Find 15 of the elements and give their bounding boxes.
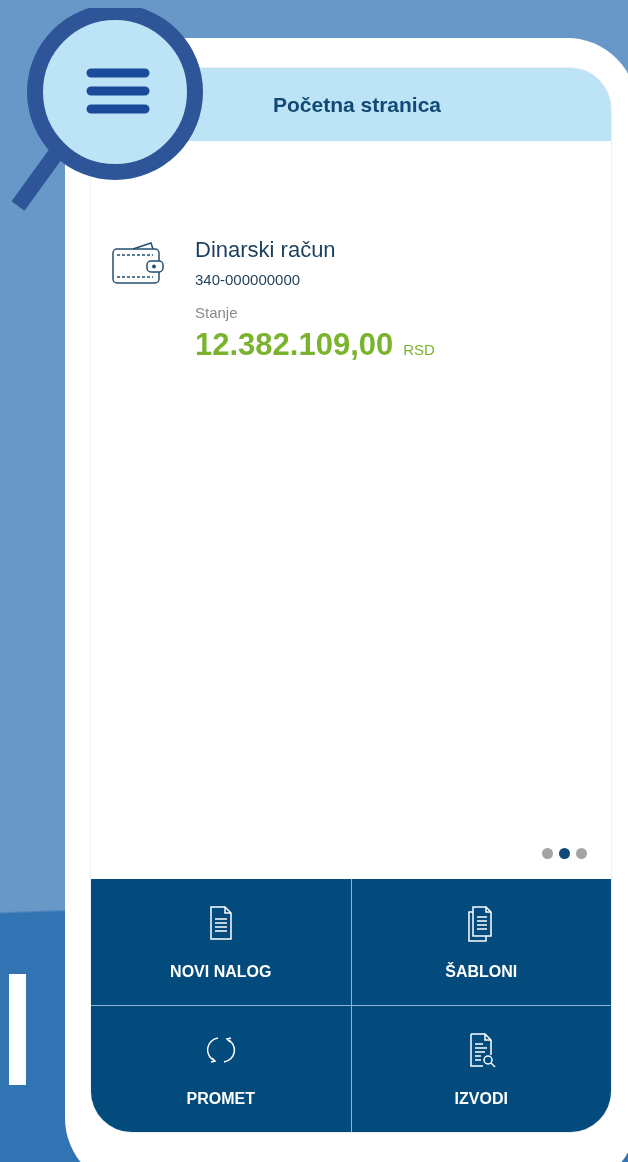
action-tile[interactable]: PROMET <box>91 1006 351 1132</box>
page-title: Početna stranica <box>272 92 442 117</box>
currency-label: RSD <box>403 341 435 358</box>
balance-amount: 12.382.109,00 <box>195 327 394 363</box>
page-dot[interactable] <box>542 848 553 859</box>
action-tile[interactable]: ŠABLONI <box>351 879 611 1005</box>
menu-icon[interactable] <box>86 68 150 114</box>
wallet-icon <box>111 241 165 285</box>
page-dot[interactable] <box>576 848 587 859</box>
account-number: 340-000000000 <box>195 271 302 288</box>
action-tile[interactable]: IZVODI <box>351 1006 611 1132</box>
balance-label: Stanje <box>195 304 239 321</box>
action-tile[interactable]: NOVI NALOG <box>91 879 351 1005</box>
account-name: Dinarski račun <box>195 237 337 263</box>
page-dot[interactable] <box>559 848 570 859</box>
